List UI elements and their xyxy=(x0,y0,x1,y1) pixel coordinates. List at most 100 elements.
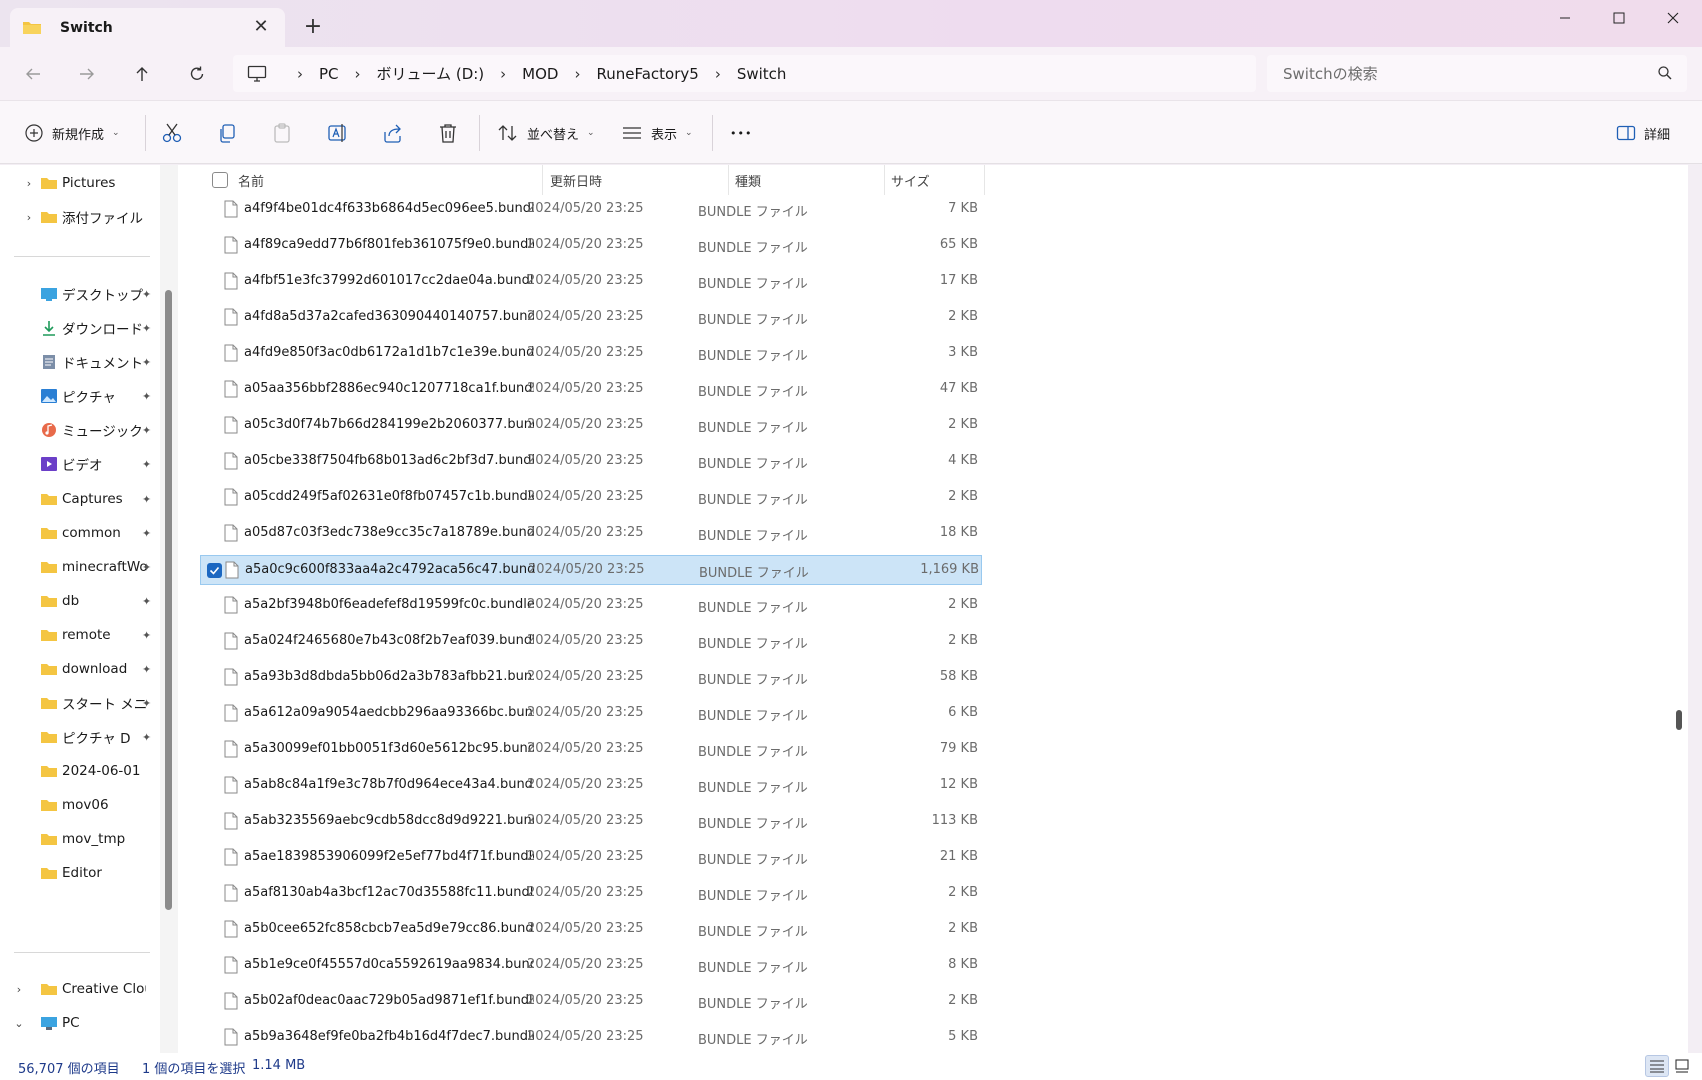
up-button[interactable] xyxy=(125,57,159,91)
forward-button[interactable] xyxy=(70,57,104,91)
chevron-right-icon[interactable]: › xyxy=(22,211,36,224)
nav-item-documents[interactable]: ドキュメント ✦ xyxy=(0,346,160,378)
row-checkbox[interactable] xyxy=(206,310,221,325)
file-row[interactable]: a4fbf51e3fc37992d601017cc2dae04a.bundle 2… xyxy=(200,267,982,297)
nav-item-pictures-lib[interactable]: ピクチャ ✦ xyxy=(0,380,160,412)
breadcrumb-separator[interactable]: › xyxy=(484,65,522,83)
chevron-right-icon[interactable]: › xyxy=(12,983,26,996)
paste-button[interactable] xyxy=(271,117,293,149)
row-checkbox[interactable] xyxy=(206,706,221,721)
nav-item-videos[interactable]: ビデオ ✦ xyxy=(0,448,160,480)
details-view-button[interactable] xyxy=(1645,1055,1669,1077)
chevron-down-icon[interactable]: ⌄ xyxy=(12,1017,26,1030)
nav-item-mov06[interactable]: mov06 xyxy=(0,789,160,821)
tab-switch[interactable]: Switch ✕ xyxy=(10,8,285,47)
row-checkbox[interactable] xyxy=(206,526,221,541)
details-pane-button[interactable]: 詳細 xyxy=(1616,117,1670,149)
row-checkbox[interactable] xyxy=(206,418,221,433)
nav-item-pc[interactable]: ⌄ PC xyxy=(0,1007,160,1039)
pin-icon[interactable]: ✦ xyxy=(142,561,156,574)
pin-icon[interactable]: ✦ xyxy=(142,697,156,710)
nav-item-common[interactable]: common ✦ xyxy=(0,517,160,549)
cut-button[interactable] xyxy=(160,117,184,149)
nav-item-db[interactable]: db ✦ xyxy=(0,585,160,617)
nav-item-minecraftworlds[interactable]: minecraftWorlds ✦ xyxy=(0,551,160,583)
nav-item-downloads[interactable]: ダウンロード ✦ xyxy=(0,312,160,344)
share-button[interactable] xyxy=(382,117,404,149)
row-checkbox[interactable] xyxy=(206,922,221,937)
select-all-checkbox[interactable] xyxy=(212,172,228,188)
file-row[interactable]: a5ae1839853906099f2e5ef77bd4f71f.bundle 2… xyxy=(200,843,982,873)
new-tab-button[interactable]: + xyxy=(300,14,326,40)
new-button[interactable]: 新規作成 ⌄ xyxy=(24,117,120,149)
nav-scrollbar-thumb[interactable] xyxy=(165,290,172,910)
file-row[interactable]: a5b9a3648ef9fe0ba2fb4b16d4f7dec7.bundle 2… xyxy=(200,1023,982,1053)
row-checkbox[interactable] xyxy=(206,742,221,757)
nav-item-attachments[interactable]: › 添付ファイル xyxy=(0,201,160,233)
file-row[interactable]: a5a0c9c600f833aa4a2c4792aca56c47.bundle 2… xyxy=(200,555,982,585)
tab-close-button[interactable]: ✕ xyxy=(251,17,271,37)
file-row[interactable]: a4fd9e850f3ac0db6172a1d1b7c1e39e.bundle 2… xyxy=(200,339,982,369)
row-checkbox[interactable] xyxy=(206,202,221,217)
column-header-name[interactable]: 名前 xyxy=(238,171,264,190)
row-checkbox[interactable] xyxy=(207,563,222,578)
pin-icon[interactable]: ✦ xyxy=(142,390,156,403)
pin-icon[interactable]: ✦ xyxy=(142,458,156,471)
breadcrumb-separator[interactable]: › xyxy=(339,65,377,83)
nav-item-pictures[interactable]: › Pictures xyxy=(0,167,160,199)
file-row[interactable]: a05aa356bbf2886ec940c1207718ca1f.bundle 2… xyxy=(200,375,982,405)
row-checkbox[interactable] xyxy=(206,886,221,901)
file-list-scrollbar-thumb[interactable] xyxy=(1676,710,1682,730)
file-row[interactable]: a5b0cee652fc858cbcb7ea5d9e79cc86.bundle 2… xyxy=(200,915,982,945)
file-row[interactable]: a4fd8a5d37a2cafed363090440140757.bundle 2… xyxy=(200,303,982,333)
nav-item-mov-tmp[interactable]: mov_tmp xyxy=(0,823,160,855)
close-window-button[interactable] xyxy=(1646,0,1700,36)
row-checkbox[interactable] xyxy=(206,778,221,793)
breadcrumb-mod[interactable]: MOD xyxy=(522,65,558,83)
breadcrumb-pc[interactable]: PC xyxy=(319,65,339,83)
file-row[interactable]: a05cdd249f5af02631e0f8fb07457c1b.bundle 2… xyxy=(200,483,982,513)
sort-button[interactable]: 並べ替え ⌄ xyxy=(497,117,595,149)
file-row[interactable]: a5a30099ef01bb0051f3d60e5612bc95.bundle 2… xyxy=(200,735,982,765)
file-row[interactable]: a4f9f4be01dc4f633b6864d5ec096ee5.bundle 2… xyxy=(200,195,982,225)
pin-icon[interactable]: ✦ xyxy=(142,731,156,744)
nav-item-pictures-d[interactable]: ピクチャ D ✦ xyxy=(0,721,160,753)
row-checkbox[interactable] xyxy=(206,454,221,469)
row-checkbox[interactable] xyxy=(206,1030,221,1045)
column-divider[interactable] xyxy=(542,165,543,195)
file-row[interactable]: a05d87c03f3edc738e9cc35c7a18789e.bundle 2… xyxy=(200,519,982,549)
maximize-button[interactable] xyxy=(1592,0,1646,36)
nav-item-creative-cloud[interactable]: › Creative Cloud Files xyxy=(0,973,160,1005)
nav-item-download[interactable]: download ✦ xyxy=(0,653,160,685)
column-divider[interactable] xyxy=(728,165,729,195)
file-row[interactable]: a5ab8c84a1f9e3c78b7f0d964ece43a4.bundle 2… xyxy=(200,771,982,801)
nav-item-music[interactable]: ミュージック ✦ xyxy=(0,414,160,446)
minimize-button[interactable] xyxy=(1538,0,1592,36)
rename-button[interactable] xyxy=(327,117,349,149)
row-checkbox[interactable] xyxy=(206,850,221,865)
row-checkbox[interactable] xyxy=(206,382,221,397)
pin-icon[interactable]: ✦ xyxy=(142,527,156,540)
more-options-button[interactable]: ••• xyxy=(730,117,752,149)
file-row[interactable]: a5ab3235569aebc9cdb58dcc8d9d9221.bundle 2… xyxy=(200,807,982,837)
row-checkbox[interactable] xyxy=(206,958,221,973)
column-header-date[interactable]: 更新日時 xyxy=(550,171,602,190)
breadcrumb-runefactory5[interactable]: RuneFactory5 xyxy=(596,65,698,83)
pin-icon[interactable]: ✦ xyxy=(142,493,156,506)
column-header-size[interactable]: サイズ xyxy=(891,171,930,190)
column-divider[interactable] xyxy=(984,165,985,195)
chevron-right-icon[interactable]: › xyxy=(22,177,36,190)
breadcrumb-separator[interactable]: › xyxy=(558,65,596,83)
breadcrumb-volume-d[interactable]: ボリューム (D:) xyxy=(377,63,485,84)
delete-button[interactable] xyxy=(437,117,459,149)
nav-item-desktop[interactable]: デスクトップ ✦ xyxy=(0,278,160,310)
row-checkbox[interactable] xyxy=(206,814,221,829)
address-bar[interactable]: › PC › ボリューム (D:) › MOD › RuneFactory5 ›… xyxy=(233,55,1256,92)
nav-item-editor[interactable]: Editor xyxy=(0,857,160,889)
pin-icon[interactable]: ✦ xyxy=(142,322,156,335)
file-row[interactable]: a5a93b3d8dbda5bb06d2a3b783afbb21.bun... 2… xyxy=(200,663,982,693)
row-checkbox[interactable] xyxy=(206,346,221,361)
file-row[interactable]: a5a024f2465680e7b43c08f2b7eaf039.bundle 2… xyxy=(200,627,982,657)
file-row[interactable]: a5b1e9ce0f45557d0ca5592619aa9834.bundle 2… xyxy=(200,951,982,981)
pin-icon[interactable]: ✦ xyxy=(142,595,156,608)
